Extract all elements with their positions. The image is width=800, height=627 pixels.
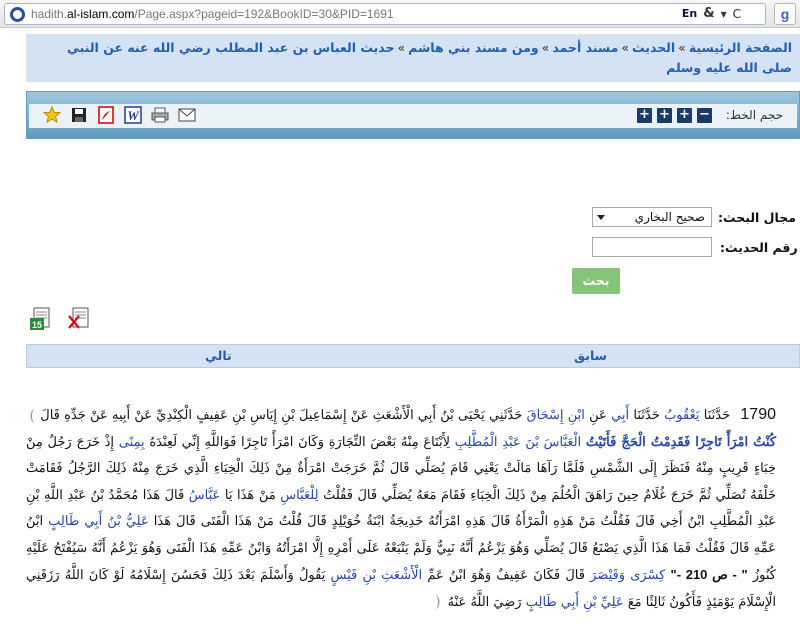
- toolbar-actions: W: [43, 106, 196, 124]
- url-field[interactable]: hadith.al-islam.com/Page.aspx?pageid=192…: [4, 3, 766, 25]
- narrator-link[interactable]: الْعَبَّاسَ بْنَ عَبْدِ الْمُطَّلِبِ: [455, 435, 581, 450]
- narrator-link[interactable]: أَبِي: [611, 408, 629, 423]
- font-size-label: حجم الخط:: [725, 108, 783, 122]
- breadcrumb-bani-hashim[interactable]: ومن مسند بني هاشم: [408, 40, 539, 55]
- hadith-segment: حَدَّثَنَا: [703, 408, 731, 423]
- word-icon[interactable]: W: [124, 106, 142, 124]
- favorite-star-icon[interactable]: [43, 106, 61, 124]
- breadcrumb-home[interactable]: الصفحة الرئيسية: [689, 40, 792, 55]
- url-text: hadith.al-islam.com/Page.aspx?pageid=192…: [31, 7, 394, 21]
- save-icon[interactable]: [70, 106, 88, 124]
- language-tool-icon[interactable]: En: [682, 7, 697, 20]
- narrator-link[interactable]: عَلِيُّ بْنُ أَبِي طَالِبٍ: [48, 514, 149, 529]
- pdf-icon[interactable]: [97, 106, 115, 124]
- breadcrumb-musnad[interactable]: مسند أحمد: [552, 40, 618, 55]
- reload-icon[interactable]: C: [733, 7, 741, 21]
- breadcrumb-hadith[interactable]: الحديث: [632, 40, 675, 55]
- page-toolbar: حجم الخط: + + + − W: [26, 91, 800, 139]
- breadcrumb-separator: »: [621, 40, 630, 55]
- browser-address-bar: hadith.al-islam.com/Page.aspx?pageid=192…: [0, 0, 800, 28]
- next-link[interactable]: تالي: [205, 348, 232, 363]
- font-increase-button[interactable]: +: [677, 108, 692, 123]
- narrator-link[interactable]: الْأَشْعَثِ بْنِ قَيْسٍ: [331, 568, 423, 583]
- page-marker: " - ص 210 -": [670, 567, 748, 582]
- toolbar-inner: حجم الخط: + + + − W: [29, 104, 797, 128]
- breadcrumb-separator: »: [541, 40, 550, 55]
- ornament-close-icon: [434, 593, 444, 611]
- export-delete-icon[interactable]: [66, 306, 92, 332]
- narrator-link[interactable]: عَلِيِّ بْنِ أَبِي طَالِبٍ: [526, 595, 624, 610]
- google-search-icon[interactable]: g: [774, 3, 796, 25]
- hadith-segment: حَدَّثَنَا: [633, 408, 660, 423]
- font-size-buttons: + + + −: [637, 108, 712, 123]
- matn-text: كُنْتُ امْرَأً تَاجِرًا فَقَدِمْتُ الْحَ…: [585, 434, 777, 450]
- hadith-segment: رَضِيَ اللَّهُ عَنْهُ: [447, 594, 522, 610]
- hadith-text: 1790 حَدَّثَنَا يَعْقُوبُ حَدَّثَنَا أَب…: [26, 402, 790, 616]
- chevron-down-icon: [597, 215, 605, 220]
- narrator-link[interactable]: لِلْعَبَّاسِ: [280, 488, 318, 503]
- mail-icon[interactable]: [178, 106, 196, 124]
- hadith-segment: حَدَّثَنِي يَحْيَى بْنُ أَبِي الْأَشْعَث…: [40, 408, 523, 423]
- narrator-link[interactable]: يَعْقُوبُ: [664, 408, 699, 423]
- tool-amp-icon[interactable]: &: [703, 6, 714, 21]
- hadith-segment: لِأَبْتَاعَ مِنْهُ بَعْضَ التِّجَارَةِ و…: [149, 434, 451, 450]
- narrator-link[interactable]: ابْنِ إِسْحَاقَ: [527, 408, 585, 423]
- print-icon[interactable]: [151, 106, 169, 124]
- search-field-select[interactable]: صحيح البخاري: [592, 207, 712, 227]
- font-increase-button[interactable]: +: [657, 108, 672, 123]
- hadith-number: 1790: [740, 406, 776, 423]
- search-field-value: صحيح البخاري: [634, 210, 705, 224]
- narrator-link[interactable]: عَبَّاسُ: [189, 488, 221, 503]
- font-increase-button[interactable]: +: [637, 108, 652, 123]
- breadcrumb-separator: »: [678, 40, 686, 55]
- dropdown-icon[interactable]: ▾: [721, 7, 727, 21]
- hadith-number-label: رقم الحديث:: [720, 240, 798, 255]
- font-decrease-button[interactable]: −: [697, 108, 712, 123]
- address-tools: En & ▾ C: [682, 6, 741, 21]
- place-link[interactable]: بِمِنًى: [119, 435, 145, 450]
- search-field-label: مجال البحث:: [718, 210, 796, 225]
- hadith-segment: قَالَ فَكَانَ عَفِيفٌ وَهُوَ ابْنُ عَمِّ: [427, 568, 585, 583]
- breadcrumb-separator: »: [397, 40, 406, 55]
- hadith-number-input[interactable]: [592, 237, 712, 257]
- pagination-bar: سابق تالي: [26, 344, 800, 368]
- export-excel-icon[interactable]: 15: [28, 306, 54, 332]
- hadith-segment: مَنْ هَذَا يَا: [224, 487, 276, 503]
- name-link[interactable]: كِسْرَى وَقَيْصَرَ: [590, 568, 665, 583]
- ornament-open-icon: [26, 407, 36, 425]
- breadcrumb: الصفحة الرئيسية»الحديث»مسند أحمد»ومن مسن…: [26, 34, 800, 82]
- svg-text:W: W: [127, 108, 140, 123]
- hadith-segment: عَنِ: [589, 408, 607, 423]
- site-favicon-icon: [10, 7, 25, 22]
- previous-link[interactable]: سابق: [574, 348, 607, 363]
- svg-text:15: 15: [32, 320, 42, 330]
- search-button[interactable]: بحث: [572, 268, 620, 294]
